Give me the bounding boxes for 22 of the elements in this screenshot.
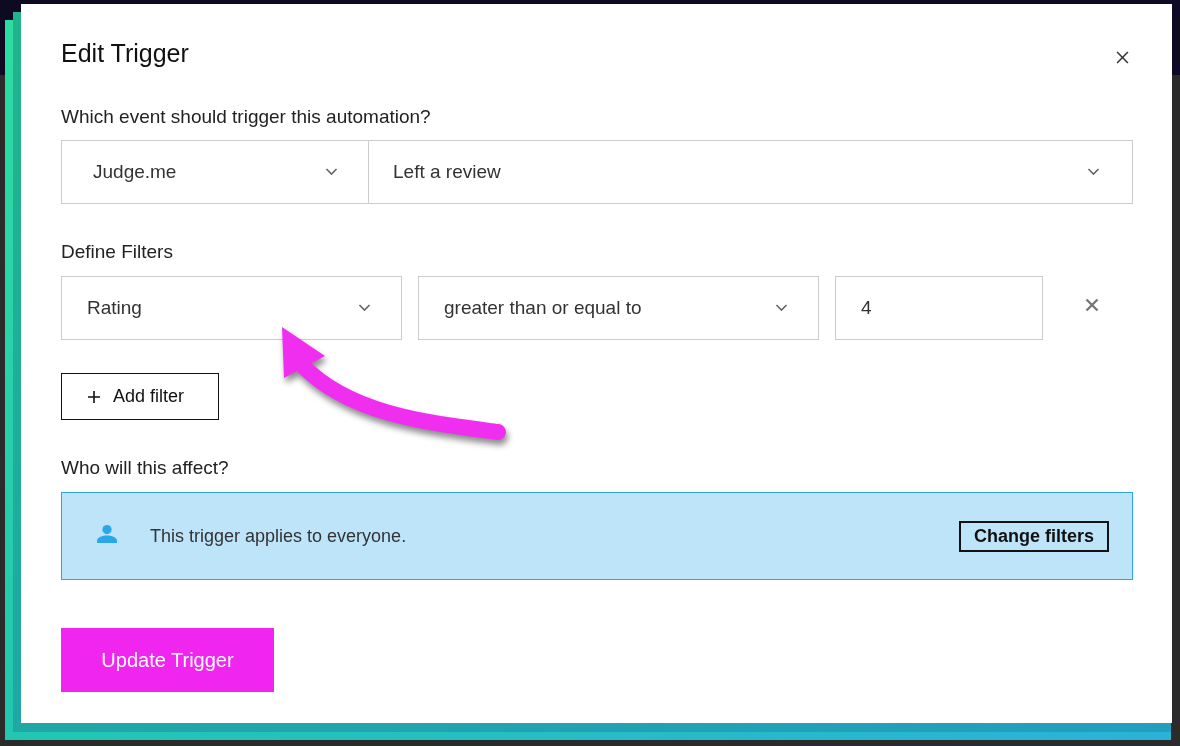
dropdown[interactable]: Left a review bbox=[369, 141, 1132, 203]
chevron-down-icon bbox=[325, 168, 338, 176]
remove-filter-button[interactable] bbox=[1085, 298, 1099, 312]
section-label: Define Filters bbox=[61, 240, 173, 264]
chevron-down-icon bbox=[775, 304, 788, 312]
plus-icon bbox=[88, 390, 100, 403]
chevron-down-icon bbox=[358, 304, 371, 312]
dialog-title: Edit Trigger bbox=[61, 38, 189, 68]
add-filter-button[interactable]: Add filter bbox=[61, 373, 219, 420]
close-icon bbox=[1116, 50, 1129, 64]
section-label: Who will this affect? bbox=[61, 456, 229, 480]
dropdown[interactable]: Rating bbox=[61, 276, 402, 340]
close-button[interactable] bbox=[1116, 50, 1129, 64]
info-message: This trigger applies to everyone. bbox=[150, 525, 408, 547]
input-field[interactable]: 4 bbox=[835, 276, 1043, 340]
change-filters-button[interactable]: Change filters bbox=[958, 520, 1109, 552]
cross-icon bbox=[1085, 298, 1099, 312]
dropdown[interactable]: greater than or equal to bbox=[418, 276, 819, 340]
person-icon bbox=[97, 525, 117, 543]
dropdown[interactable]: Judge.me bbox=[62, 141, 369, 203]
section-label: Which event should trigger this automation? bbox=[61, 105, 431, 129]
chevron-down-icon bbox=[1087, 168, 1100, 176]
